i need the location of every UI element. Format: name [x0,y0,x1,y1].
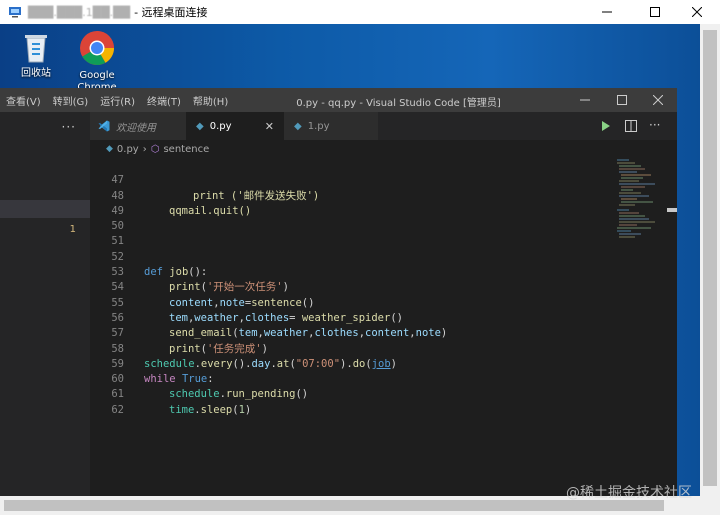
editor-scrollbar[interactable] [667,158,677,496]
more-actions-icon[interactable]: ··· [649,118,660,132]
scrollbar-corner [700,496,720,515]
rdp-title: - 远程桌面连接 [134,6,208,19]
close-icon [692,7,702,17]
minimize-icon [580,99,590,101]
python-file-icon: ◆ [294,120,302,132]
line-number: 62 [111,403,124,416]
explorer-sidebar[interactable]: ··· 1 [0,112,90,496]
vscode-window: 查看(V) 转到(G) 运行(R) 终端(T) 帮助(H) 0.py - qq.… [0,88,677,496]
tab-label: 1.py [307,120,330,132]
vscode-minimize-button[interactable] [566,88,604,112]
code-editor[interactable]: 47 print ('邮件发送失败') 48 qqmail.quit() 49 … [90,158,677,496]
remote-desktop-icon [9,7,21,18]
vscode-maximize-button[interactable] [603,88,641,112]
code-line: 47 print ('邮件发送失败') [90,158,610,201]
tab-0-py[interactable]: ◆ 0.py ✕ [186,112,284,140]
more-actions-icon[interactable]: ··· [62,120,76,134]
minimap[interactable] [615,158,665,248]
recycle-bin-icon [25,35,47,63]
rdp-host-address: ███.███.1██.██ [28,5,131,19]
sidebar-selected-row[interactable] [0,200,90,218]
desktop-icon-label: 回收站 [21,68,51,79]
breadcrumb-symbol[interactable]: sentence [163,144,209,155]
menu-terminal[interactable]: 终端(T) [141,93,187,108]
tab-label: 欢迎使用 [116,122,156,134]
scrollbar-thumb[interactable] [4,500,664,511]
maximize-button[interactable] [632,0,678,24]
close-icon [653,95,663,105]
menu-goto[interactable]: 转到(G) [47,93,95,108]
menu-help[interactable]: 帮助(H) [187,93,234,108]
minimize-button[interactable] [584,0,630,24]
menu-view[interactable]: 查看(V) [0,93,47,108]
rdp-title-bar[interactable]: ███.███.1██.██ - 远程桌面连接 [0,0,720,24]
symbol-variable-icon: ⬡ [150,143,160,155]
desktop-icon-recycle-bin[interactable]: 回收站 [6,30,66,80]
desktop-icon-chrome[interactable]: Google Chrome [67,30,127,94]
python-file-icon: ◆ [106,144,113,154]
problem-count-badge: 1 [69,224,76,235]
code-line: 50 [90,204,610,232]
tab-1-py[interactable]: ◆ 1.py [284,112,378,140]
code-line: 62 [90,388,610,416]
chrome-icon [80,31,114,65]
chevron-right-icon: › [142,143,147,155]
tab-close-icon[interactable]: ✕ [265,120,274,133]
tab-welcome[interactable]: 欢迎使用 [90,112,186,140]
close-button[interactable] [674,0,720,24]
minimize-icon [602,11,612,13]
code-line: 58 schedule.every().day.at("07:00").do(j… [90,326,610,370]
rdp-vertical-scrollbar[interactable] [700,24,720,496]
breadcrumb[interactable]: ◆ 0.py › ⬡ sentence [90,140,677,158]
maximize-icon [650,7,660,17]
editor-tab-bar: 欢迎使用 ◆ 0.py ✕ ◆ 1.py ··· [90,112,677,140]
run-icon[interactable] [601,121,611,131]
code-line: 57 print('任务完成') [90,311,610,354]
code-line: 56 send_email(tem,weather,clothes,conten… [90,296,610,339]
menu-run[interactable]: 运行(R) [94,93,141,108]
code-line: 53 print('开始一次任务') [90,250,610,293]
code-line: 54 content,note=sentence() [90,265,610,308]
code-line: 51 [90,219,610,247]
code-line: 61 time.sleep(1) [90,372,610,415]
maximize-icon [617,95,627,105]
watermark: @稀土掘金技术社区 [566,485,692,501]
scroll-position-marker [667,208,677,212]
code-line: 48 qqmail.quit() [90,173,610,217]
tab-label: 0.py [209,120,232,132]
remote-desktop-window: ███.███.1██.██ - 远程桌面连接 回收站 Google 查看(V)… [0,0,720,515]
code-line: 49 [90,189,610,217]
vscode-icon [98,120,110,132]
code-line: 55 tem,weather,clothes= weather_spider() [90,280,610,324]
scrollbar-thumb[interactable] [703,30,717,486]
code-line: 52 def job(): [90,235,610,278]
code-line: 59 while True: [90,342,610,385]
python-file-icon: ◆ [196,120,204,132]
split-editor-icon[interactable] [625,120,637,132]
code-line: 60 schedule.run_pending() [90,357,610,400]
breadcrumb-file[interactable]: 0.py [117,144,139,155]
remote-desktop[interactable]: 回收站 Google Chrome 查看(V) 转到(G) 运行(R) 终端(T… [0,24,700,496]
vscode-close-button[interactable] [639,88,677,112]
